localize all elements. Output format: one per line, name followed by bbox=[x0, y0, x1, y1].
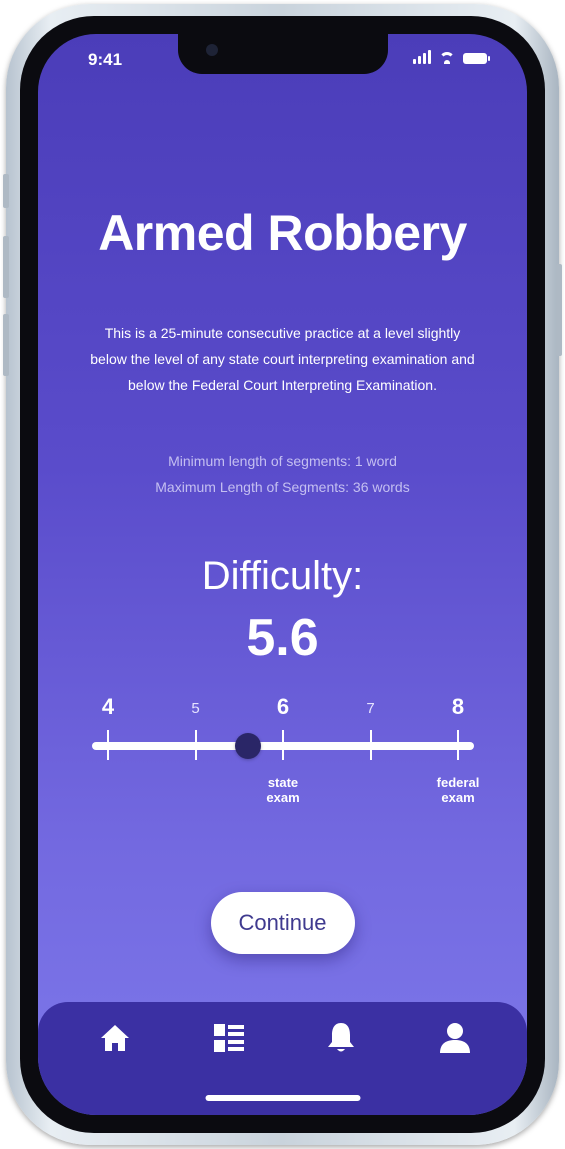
practice-description: This is a 25-minute consecutive practice… bbox=[90, 325, 475, 393]
tab-bar bbox=[38, 1002, 527, 1115]
marker-line-1: state bbox=[267, 775, 299, 790]
status-icons bbox=[413, 50, 490, 64]
difficulty-slider[interactable]: 4 5 6 7 8 state exam federal exam bbox=[38, 694, 527, 834]
practice-title: Armed Robbery bbox=[98, 205, 467, 261]
signal-icon bbox=[413, 50, 431, 64]
tab-home[interactable] bbox=[97, 1020, 133, 1056]
segments-min: Minimum length of segments: 1 word bbox=[168, 453, 397, 469]
slider-tick-label: 5 bbox=[191, 700, 200, 717]
slider-tick bbox=[107, 730, 109, 760]
segments-max: Maximum Length of Segments: 36 words bbox=[155, 479, 410, 495]
battery-icon bbox=[463, 53, 490, 64]
status-time: 9:41 bbox=[88, 50, 123, 69]
marker-line-1: federal bbox=[436, 775, 480, 790]
bell-icon bbox=[328, 1023, 354, 1052]
slider-tick-label: 6 bbox=[276, 694, 290, 719]
tab-list[interactable] bbox=[211, 1020, 247, 1056]
slider-marker: state exam bbox=[243, 775, 323, 805]
segment-info: Minimum length of segments: 1 word Maxim… bbox=[78, 448, 487, 500]
marker-line-2: exam bbox=[441, 790, 475, 805]
home-icon bbox=[101, 1025, 129, 1051]
camera-icon bbox=[205, 44, 218, 56]
list-icon bbox=[214, 1024, 244, 1052]
mute-switch bbox=[3, 174, 9, 208]
slider-tick-label: 7 bbox=[366, 700, 375, 717]
volume-up-button bbox=[3, 236, 9, 298]
power-button bbox=[556, 264, 562, 356]
notch bbox=[177, 34, 388, 74]
phone-bezel: 9:41 Armed Robbery This is a 25-minute c… bbox=[20, 16, 545, 1133]
volume-down-button bbox=[3, 314, 9, 376]
continue-button[interactable]: Continue bbox=[210, 892, 355, 954]
marker-line-2: exam bbox=[266, 790, 300, 805]
slider-tick bbox=[369, 730, 372, 760]
slider-tick-label: 4 bbox=[101, 694, 115, 719]
slider-tick bbox=[282, 730, 284, 760]
tab-notifications[interactable] bbox=[323, 1020, 359, 1056]
tab-profile[interactable] bbox=[437, 1020, 473, 1056]
home-indicator[interactable] bbox=[205, 1095, 360, 1101]
difficulty-label: Difficulty: bbox=[201, 554, 364, 598]
wifi-icon bbox=[439, 52, 455, 64]
app-screen: 9:41 Armed Robbery This is a 25-minute c… bbox=[38, 34, 527, 1115]
slider-tick-label: 8 bbox=[451, 694, 465, 719]
phone-frame: 9:41 Armed Robbery This is a 25-minute c… bbox=[3, 4, 562, 1145]
slider-tick bbox=[194, 730, 197, 760]
slider-marker: federal exam bbox=[418, 775, 498, 805]
slider-thumb[interactable] bbox=[235, 733, 261, 759]
profile-icon bbox=[440, 1023, 470, 1053]
slider-tick bbox=[457, 730, 459, 760]
difficulty-value: 5.6 bbox=[246, 609, 319, 667]
